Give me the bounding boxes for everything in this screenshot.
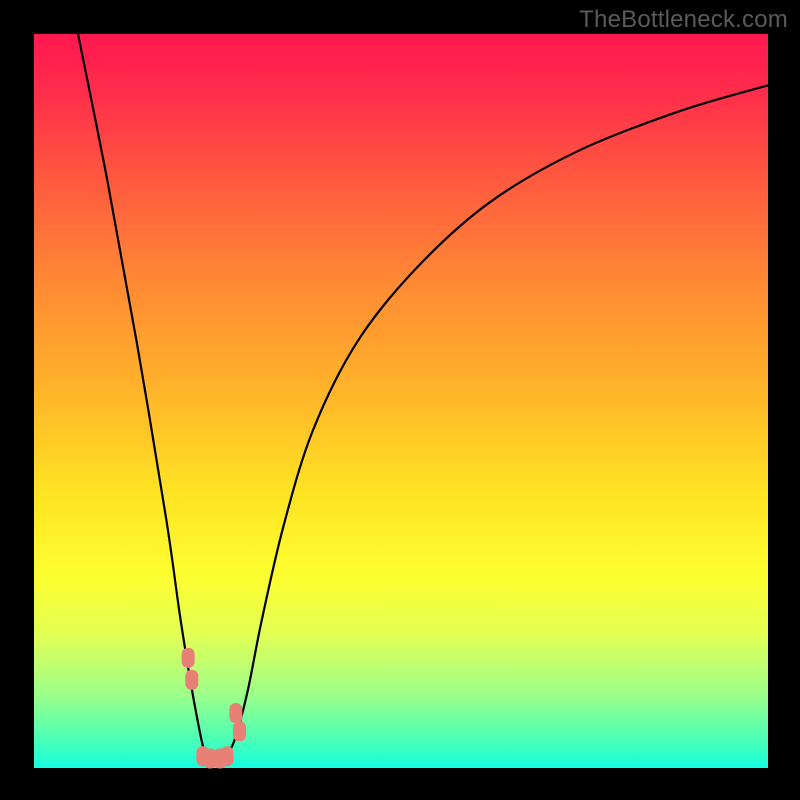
chart-svg bbox=[34, 34, 768, 768]
chart-marker bbox=[221, 746, 234, 766]
chart-marker bbox=[182, 648, 195, 668]
bottleneck-curve-line bbox=[78, 34, 768, 761]
chart-plot-area bbox=[34, 34, 768, 768]
chart-markers bbox=[182, 648, 246, 769]
chart-marker bbox=[229, 703, 242, 723]
chart-marker bbox=[233, 721, 246, 741]
chart-marker bbox=[185, 670, 198, 690]
watermark-text: TheBottleneck.com bbox=[579, 6, 788, 34]
